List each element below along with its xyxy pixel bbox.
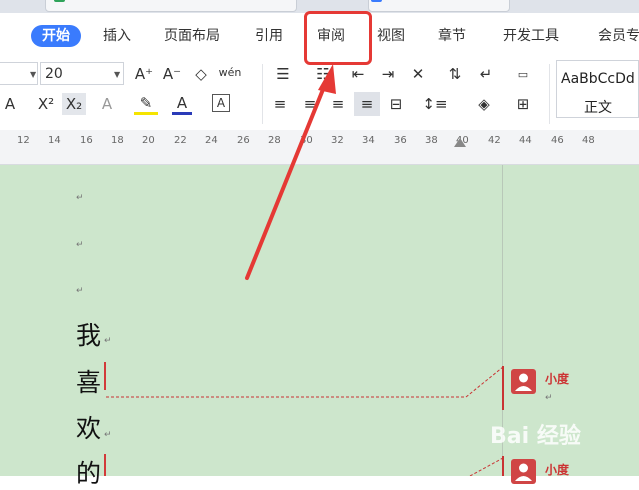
baidu-jingyan-watermark: Bai 经验 [490, 424, 581, 449]
annotation-arrow [245, 64, 336, 280]
